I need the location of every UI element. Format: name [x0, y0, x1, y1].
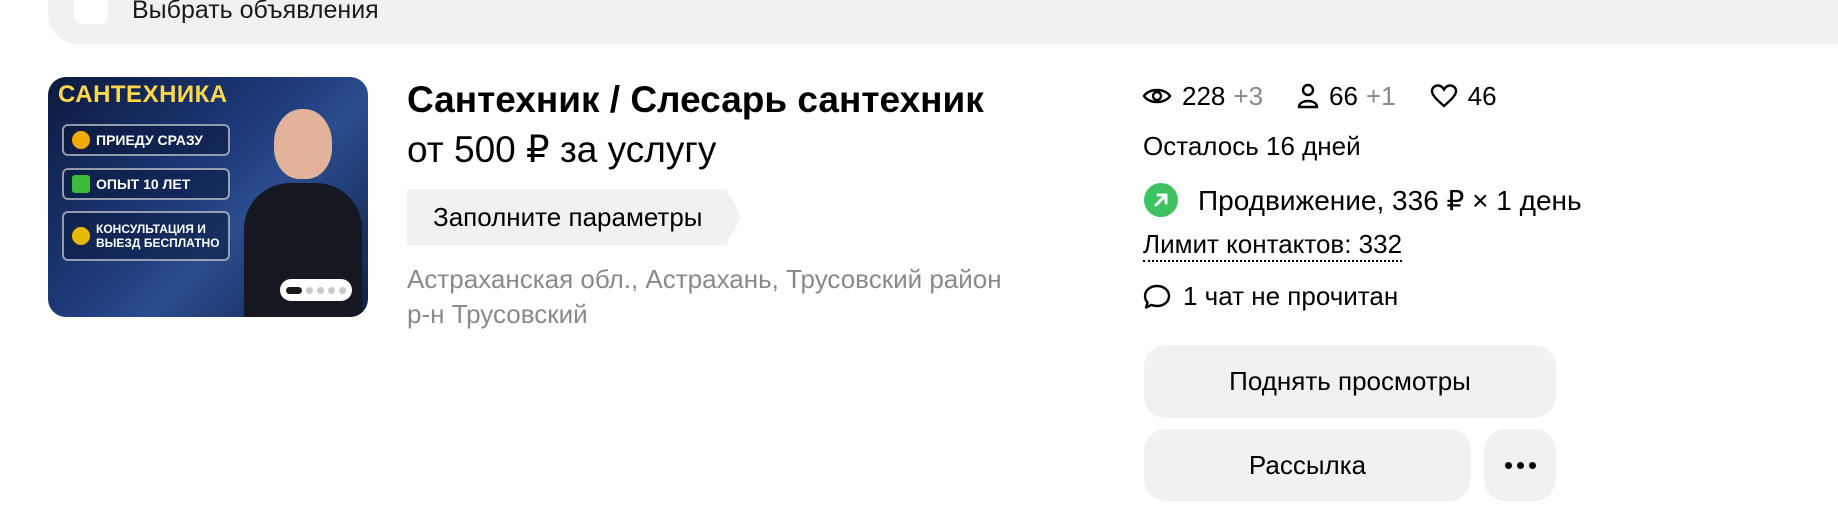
photo-chip-label: ПРИЕДУ СРАЗУ — [96, 132, 203, 148]
photo-chip-label: ОПЫТ 10 ЛЕТ — [96, 176, 191, 192]
favorites-count: 46 — [1467, 80, 1497, 111]
listing-address: Астраханская обл., Астрахань, Трусовский… — [407, 264, 1002, 294]
carousel-indicator[interactable] — [280, 279, 352, 301]
unread-chat-label: 1 чат не прочитан — [1183, 281, 1399, 311]
fill-params-label: Заполните параметры — [433, 201, 703, 232]
photo-title: САНТЕХНИКА — [58, 81, 228, 108]
listing-price: от 500 ₽ за услугу — [407, 129, 717, 170]
more-dots-icon — [1504, 461, 1536, 469]
promotion-status[interactable]: Продвижение, 336 ₽ × 1 день — [1144, 183, 1582, 217]
listing-district: р-н Трусовский — [407, 299, 588, 329]
listing-title[interactable]: Сантехник / Слесарь сантехник — [407, 78, 984, 122]
photo-chip-label: КОНСУЛЬТАЦИЯ И ВЫЕЗД БЕСПЛАТНО — [96, 222, 220, 250]
contacts-count: 66 — [1329, 80, 1358, 111]
select-all-checkbox[interactable] — [74, 0, 108, 24]
contacts-delta: +1 — [1365, 80, 1396, 111]
location-pin-icon — [72, 131, 90, 149]
views-delta: +3 — [1233, 80, 1264, 111]
contacts-stat: 66 +1 — [1297, 81, 1396, 112]
photo-chip: КОНСУЛЬТАЦИЯ И ВЫЕЗД БЕСПЛАТНО — [62, 211, 230, 261]
unread-chat-link[interactable]: 1 чат не прочитан — [1143, 281, 1398, 312]
more-actions-button[interactable] — [1484, 429, 1556, 501]
person-icon — [1297, 83, 1319, 109]
eye-icon — [1142, 88, 1172, 104]
medal-icon — [72, 227, 90, 245]
carousel-dot — [306, 286, 313, 294]
photo-chip: ОПЫТ 10 ЛЕТ — [62, 168, 230, 200]
chat-bubble-icon — [1143, 284, 1171, 309]
listing-photo[interactable]: САНТЕХНИКА ПРИЕДУ СРАЗУ ОПЫТ 10 ЛЕТ КОНС… — [48, 77, 368, 317]
photo-chip: ПРИЕДУ СРАЗУ — [62, 124, 230, 156]
checkmark-icon — [72, 175, 90, 193]
favorites-stat: 46 — [1430, 81, 1497, 112]
promotion-arrow-icon — [1144, 183, 1178, 217]
heart-icon — [1430, 84, 1457, 108]
carousel-dot — [339, 286, 346, 294]
carousel-dot — [328, 286, 335, 294]
listing-stats: 228 +3 66 +1 46 — [1142, 78, 1531, 114]
fill-params-tag[interactable]: Заполните параметры — [407, 189, 741, 245]
days-remaining: Осталось 16 дней — [1143, 131, 1361, 161]
views-stat: 228 +3 — [1142, 81, 1263, 112]
carousel-dot-active — [286, 286, 302, 294]
contact-limit-link[interactable]: Лимит контактов: 332 — [1143, 229, 1403, 262]
select-listings-label[interactable]: Выбрать объявления — [132, 0, 379, 24]
carousel-dot — [317, 286, 324, 294]
promotion-label: Продвижение, 336 ₽ × 1 день — [1198, 184, 1582, 216]
mailing-button[interactable]: Рассылка — [1144, 429, 1471, 501]
person-head — [274, 109, 332, 179]
raise-views-button[interactable]: Поднять просмотры — [1144, 345, 1556, 418]
views-count: 228 — [1182, 80, 1226, 111]
